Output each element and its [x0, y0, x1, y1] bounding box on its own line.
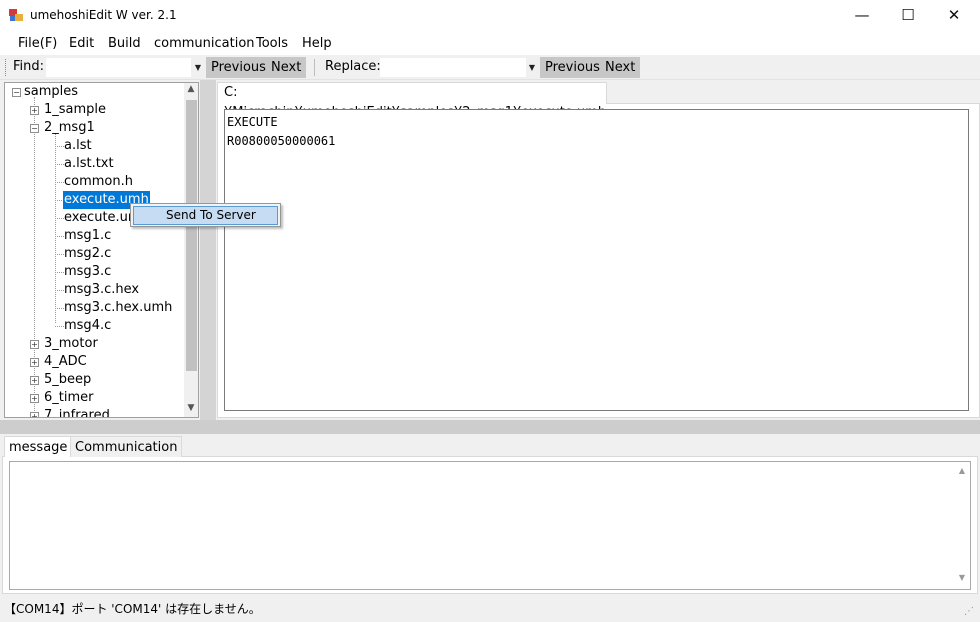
tree-file[interactable]: a.lst.txt — [64, 155, 114, 173]
tree-connector — [34, 97, 35, 417]
tree-file[interactable]: common.h — [64, 173, 133, 191]
code-editor[interactable]: EXECUTE R00800050000061 — [224, 109, 969, 411]
tree-folder[interactable]: 7_infrared — [44, 407, 110, 417]
expand-icon[interactable]: + — [30, 412, 39, 417]
minimize-button[interactable]: — — [839, 0, 885, 31]
tree-file[interactable]: a.lst — [64, 137, 92, 155]
menu-tools[interactable]: Tools — [256, 36, 288, 51]
context-menu-send-to-server[interactable]: Send To Server — [133, 206, 278, 225]
tree-connector — [55, 218, 64, 219]
replace-next-button[interactable]: Next — [600, 57, 641, 78]
scroll-up-icon[interactable]: ▲ — [185, 84, 197, 94]
tree-folder[interactable]: 2_msg1 — [44, 119, 95, 137]
scroll-down-icon[interactable]: ▼ — [954, 573, 970, 582]
find-next-button[interactable]: Next — [266, 57, 307, 78]
find-dropdown-icon[interactable]: ▼ — [192, 58, 204, 77]
tree-file[interactable]: msg3.c — [64, 263, 111, 281]
tree-file[interactable]: msg3.c.hex.umh — [64, 299, 172, 317]
tree-connector — [55, 308, 64, 309]
toolbar-separator — [314, 59, 316, 76]
find-previous-button[interactable]: Previous — [206, 57, 271, 78]
tree-connector — [55, 146, 64, 147]
menu-file[interactable]: File(F) — [18, 36, 57, 51]
close-button[interactable]: ✕ — [931, 0, 977, 31]
tree-connector — [55, 272, 64, 273]
tree-connector — [55, 236, 64, 237]
expand-icon[interactable]: + — [30, 106, 39, 115]
tree-folder[interactable]: 3_motor — [44, 335, 98, 353]
expand-icon[interactable]: + — [30, 358, 39, 367]
find-input[interactable] — [46, 58, 191, 77]
tree-folder[interactable]: 6_timer — [44, 389, 94, 407]
horizontal-splitter[interactable] — [0, 420, 980, 434]
tree-connector — [55, 326, 64, 327]
tree-scroll-thumb[interactable] — [186, 100, 197, 371]
collapse-icon[interactable]: − — [12, 88, 21, 97]
menu-communication[interactable]: communication — [154, 36, 255, 51]
replace-dropdown-icon[interactable]: ▼ — [526, 58, 538, 77]
expand-icon[interactable]: + — [30, 394, 39, 403]
replace-input[interactable] — [380, 58, 526, 77]
expand-icon[interactable]: + — [30, 340, 39, 349]
tree-file[interactable]: msg3.c.hex — [64, 281, 139, 299]
message-scrollbar[interactable]: ▲ ▼ — [954, 462, 970, 589]
scroll-down-icon[interactable]: ▼ — [185, 403, 197, 413]
tab-message[interactable]: message — [4, 436, 73, 457]
tree-file[interactable]: msg1.c — [64, 227, 111, 245]
message-output[interactable] — [9, 461, 971, 590]
window-title: umehoshiEdit W ver. 2.1 — [30, 8, 177, 22]
tree-connector — [55, 133, 56, 323]
resize-grip-icon[interactable]: ⋰ — [964, 606, 974, 617]
menu-help[interactable]: Help — [302, 36, 332, 51]
tree-connector — [55, 182, 64, 183]
scroll-up-icon[interactable]: ▲ — [954, 466, 970, 475]
tree-file[interactable]: msg4.c — [64, 317, 111, 335]
vertical-splitter[interactable] — [200, 80, 216, 420]
tree-folder[interactable]: 1_sample — [44, 101, 106, 119]
tree-folder[interactable]: 4_ADC — [44, 353, 87, 371]
editor-tab[interactable]: C:¥Microchip¥umehoshiEdit¥samples¥2_msg1… — [217, 82, 607, 120]
collapse-icon[interactable]: − — [30, 124, 39, 133]
tree-root-samples[interactable]: samples — [24, 83, 78, 101]
tree-connector — [55, 254, 64, 255]
expand-icon[interactable]: + — [30, 376, 39, 385]
tab-communication[interactable]: Communication — [70, 436, 183, 457]
status-text: 【COM14】ポート 'COM14' は存在しません。 — [4, 602, 261, 616]
menu-edit[interactable]: Edit — [69, 36, 94, 51]
tree-file[interactable]: msg2.c — [64, 245, 111, 263]
menu-bar — [0, 31, 980, 55]
menu-build[interactable]: Build — [108, 36, 141, 51]
replace-label: Replace: — [325, 59, 381, 74]
file-tree[interactable]: − samples + 1_sample − 2_msg1 a.lst a.ls… — [4, 82, 199, 418]
tree-connector — [55, 164, 64, 165]
tree-connector — [55, 290, 64, 291]
replace-previous-button[interactable]: Previous — [540, 57, 605, 78]
app-icon — [9, 8, 23, 22]
find-label: Find: — [13, 59, 45, 74]
tree-folder[interactable]: 5_beep — [44, 371, 91, 389]
maximize-button[interactable]: ☐ — [885, 0, 931, 31]
toolbar-grip[interactable] — [5, 59, 7, 76]
status-bar: 【COM14】ポート 'COM14' は存在しません。 — [0, 598, 980, 622]
